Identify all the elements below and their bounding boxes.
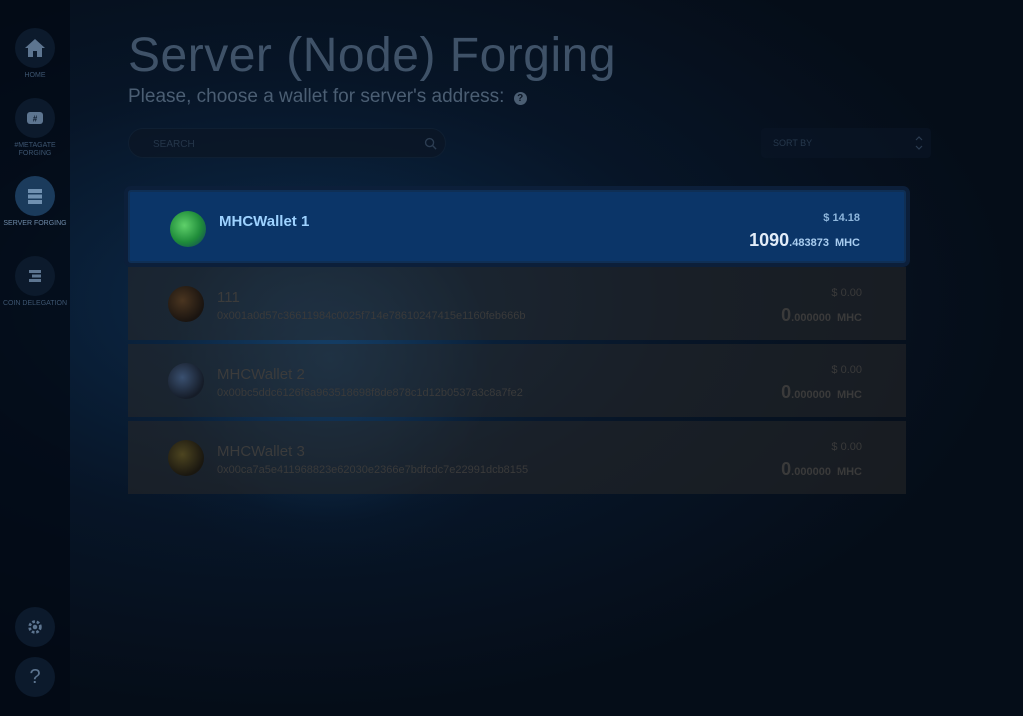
wallet-usd-value: $ 0.00 <box>831 364 862 376</box>
sort-arrows-icon <box>915 136 923 150</box>
gear-icon <box>28 620 42 634</box>
sidebar-item-label: #METAGATE FORGING <box>14 142 56 157</box>
wallet-balance: 0.000000 MHC <box>781 459 862 480</box>
help-icon: ? <box>29 665 41 688</box>
sidebar-item-label: HOME <box>24 72 46 79</box>
search-input[interactable] <box>151 135 415 153</box>
wallet-avatar <box>170 211 206 247</box>
wallet-avatar <box>168 363 204 399</box>
balance-decimal: .000000 <box>791 312 831 324</box>
settings-button[interactable] <box>15 607 55 647</box>
balance-integer: 0 <box>781 382 792 402</box>
page-title: Server (Node) Forging <box>128 29 617 82</box>
wallet-row[interactable]: MHCWallet 2 0x00bc5ddc6126f6a963518698f8… <box>128 344 906 417</box>
balance-integer: 1090 <box>749 230 790 250</box>
wallet-usd-value: $ 0.00 <box>831 441 862 453</box>
balance-decimal: .000000 <box>791 389 831 401</box>
delegation-icon <box>29 270 41 282</box>
balance-integer: 0 <box>781 459 792 479</box>
balance-currency: MHC <box>834 237 860 249</box>
wallet-balance: 1090.483873 MHC <box>749 230 860 251</box>
balance-integer: 0 <box>781 305 792 325</box>
wallet-name: MHCWallet 3 <box>217 443 305 460</box>
wallet-balance: 0.000000 MHC <box>781 382 862 403</box>
wallet-row[interactable]: MHCWallet 3 0x00ca7a5e411968823e62030e23… <box>128 421 906 494</box>
sidebar-item-home[interactable]: HOME <box>0 28 70 80</box>
wallet-name: MHCWallet 2 <box>217 366 305 383</box>
home-icon <box>25 39 45 57</box>
sort-label: SORT BY <box>773 138 813 148</box>
search-box <box>128 128 446 158</box>
app-window: HOME # #METAGATE FORGING SERVER FORGING <box>0 0 1023 716</box>
wallet-avatar <box>168 286 204 322</box>
help-button[interactable]: ? <box>15 657 55 697</box>
balance-decimal: .000000 <box>791 466 831 478</box>
wallet-avatar <box>168 440 204 476</box>
wallet-address: 0x00bc5ddc6126f6a963518698f8de878c1d12b0… <box>217 387 523 399</box>
wallet-balance: 0.000000 MHC <box>781 305 862 326</box>
sidebar: HOME # #METAGATE FORGING SERVER FORGING <box>0 0 70 716</box>
server-icon <box>28 189 42 204</box>
sidebar-item-metagate-forging[interactable]: # #METAGATE FORGING <box>0 98 70 158</box>
sidebar-item-label: SERVER FORGING <box>3 220 67 227</box>
sort-dropdown[interactable]: SORT BY <box>761 128 931 158</box>
search-icon[interactable] <box>424 137 437 150</box>
wallet-name: MHCWallet 1 <box>219 213 310 230</box>
wallet-row[interactable]: MHCWallet 1 $ 14.18 1090.483873 MHC <box>128 190 906 263</box>
sidebar-item-server-forging[interactable]: SERVER FORGING <box>0 176 70 228</box>
question-icon[interactable]: ? <box>513 92 527 105</box>
wallet-address: 0x001a0d57c36611984c0025f714e78610247415… <box>217 310 526 322</box>
wallet-row[interactable]: 111 0x001a0d57c36611984c0025f714e7861024… <box>128 267 906 340</box>
sidebar-item-coin-delegation[interactable]: COIN DELEGATION <box>0 256 70 308</box>
balance-currency: MHC <box>836 312 862 324</box>
metagate-icon: # <box>27 112 43 124</box>
wallet-usd-value: $ 14.18 <box>823 212 860 224</box>
svg-text:#: # <box>33 115 38 124</box>
balance-currency: MHC <box>836 466 862 478</box>
wallet-address: 0x00ca7a5e411968823e62030e2366e7bdfcdc7e… <box>217 464 529 476</box>
wallet-usd-value: $ 0.00 <box>831 287 862 299</box>
balance-decimal: .483873 <box>789 237 829 249</box>
page-subtitle: Please, choose a wallet for server's add… <box>128 86 527 108</box>
subtitle-text: Please, choose a wallet for server's add… <box>128 86 505 107</box>
balance-currency: MHC <box>836 389 862 401</box>
sidebar-item-label: COIN DELEGATION <box>2 300 68 307</box>
wallet-name: 111 <box>217 289 240 306</box>
